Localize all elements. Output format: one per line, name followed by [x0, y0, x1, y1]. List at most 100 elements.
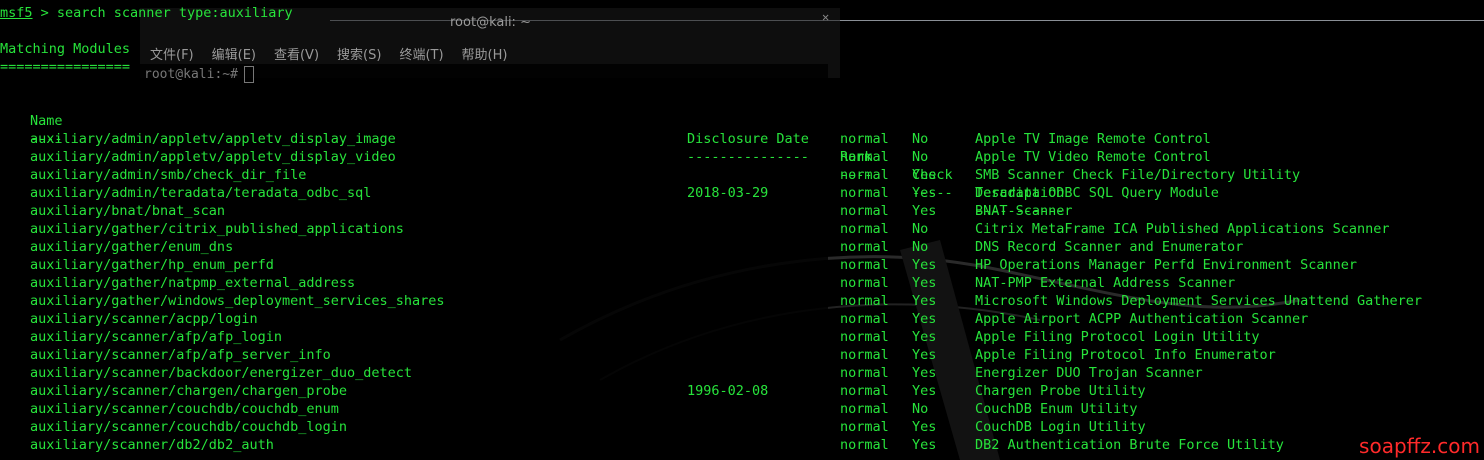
disclosure-date: 2018-03-29 [687, 185, 769, 201]
table-row: auxiliary/scanner/backdoor/energizer_duo… [0, 364, 1484, 382]
module-name: auxiliary/scanner/acpp/login [30, 311, 258, 327]
module-name: auxiliary/scanner/chargen/chargen_probe [30, 383, 347, 399]
description: Microsoft Windows Deployment Services Un… [975, 293, 1423, 309]
module-name: auxiliary/gather/enum_dns [30, 239, 234, 255]
check: Yes [912, 185, 937, 201]
table-header: Name Disclosure Date Rank Check Descript… [0, 94, 1484, 201]
watermark: soapffz.com [1359, 434, 1480, 458]
msf-prompt: msf5 [0, 5, 33, 21]
rank: normal [840, 167, 889, 183]
description: Teradata ODBC SQL Query Module [975, 185, 1219, 201]
table-row: auxiliary/gather/natpmp_external_address… [0, 274, 1484, 292]
description: HP Operations Manager Perfd Environment … [975, 257, 1358, 273]
rank: normal [840, 257, 889, 273]
description: CouchDB Enum Utility [975, 401, 1138, 417]
check: No [912, 401, 929, 417]
table-row: auxiliary/scanner/afp/afp_login normal Yes… [0, 328, 1484, 346]
rank: normal [840, 149, 889, 165]
rank: normal [840, 347, 889, 363]
module-name: auxiliary/admin/teradata/teradata_odbc_s… [30, 185, 372, 201]
table-row: auxiliary/admin/teradata/teradata_odbc_s… [0, 184, 1484, 202]
table-row: auxiliary/admin/smb/check_dir_file normal… [0, 166, 1484, 184]
table-row: auxiliary/scanner/couchdb/couchdb_login n… [0, 418, 1484, 436]
rank: normal [840, 419, 889, 435]
section-rule: ================ [0, 59, 131, 75]
table-row: auxiliary/admin/appletv/appletv_display_… [0, 148, 1484, 166]
disclosure-date: 1996-02-08 [687, 383, 769, 399]
module-name: auxiliary/scanner/couchdb/couchdb_enum [30, 401, 339, 417]
rank: normal [840, 131, 889, 147]
rank: normal [840, 221, 889, 237]
table-row: auxiliary/scanner/couchdb/couchdb_enum no… [0, 400, 1484, 418]
description: NAT-PMP External Address Scanner [975, 275, 1236, 291]
terminal-output[interactable]: msf5 > search scanner type:auxiliary Mat… [0, 0, 1484, 460]
rank: normal [840, 275, 889, 291]
description: Chargen Probe Utility [975, 383, 1146, 399]
check: Yes [912, 203, 937, 219]
check: Yes [912, 293, 937, 309]
description: CouchDB Login Utility [975, 419, 1146, 435]
module-name: auxiliary/scanner/couchdb/couchdb_login [30, 419, 347, 435]
check: No [912, 131, 929, 147]
table-row: auxiliary/scanner/acpp/login normal Yes App… [0, 310, 1484, 328]
rank: normal [840, 239, 889, 255]
module-name: auxiliary/gather/natpmp_external_address [30, 275, 356, 291]
module-name: auxiliary/gather/citrix_published_applic… [30, 221, 404, 237]
module-name: auxiliary/gather/windows_deployment_serv… [30, 293, 445, 309]
rank: normal [840, 293, 889, 309]
check: Yes [912, 437, 937, 453]
check: Yes [912, 257, 937, 273]
table-row: auxiliary/admin/appletv/appletv_display_… [0, 130, 1484, 148]
table-row: auxiliary/gather/enum_dns normal No DNS Rec… [0, 238, 1484, 256]
rank: normal [840, 185, 889, 201]
description: DNS Record Scanner and Enumerator [975, 239, 1244, 255]
check: No [912, 239, 929, 255]
module-name: auxiliary/admin/appletv/appletv_display_… [30, 131, 396, 147]
table-row: auxiliary/gather/windows_deployment_serv… [0, 292, 1484, 310]
description: Apple Airport ACPP Authentication Scanne… [975, 311, 1309, 327]
module-name: auxiliary/scanner/afp/afp_server_info [30, 347, 331, 363]
table-row: auxiliary/gather/citrix_published_applic… [0, 220, 1484, 238]
check: Yes [912, 275, 937, 291]
check: Yes [912, 311, 937, 327]
check: Yes [912, 347, 937, 363]
description: Apple TV Video Remote Control [975, 149, 1211, 165]
rank: normal [840, 383, 889, 399]
check: Yes [912, 365, 937, 381]
table-row: auxiliary/scanner/chargen/chargen_probe 1… [0, 382, 1484, 400]
check: Yes [912, 383, 937, 399]
description: Apple Filing Protocol Info Enumerator [975, 347, 1276, 363]
description: Apple Filing Protocol Login Utility [975, 329, 1260, 345]
rank: normal [840, 311, 889, 327]
description: DB2 Authentication Brute Force Utility [975, 437, 1284, 453]
description: Apple TV Image Remote Control [975, 131, 1211, 147]
table-row: auxiliary/scanner/db2/db2_auth normal Yes D… [0, 436, 1484, 454]
command-line: msf5 > search scanner type:auxiliary [0, 4, 293, 22]
table-row: auxiliary/gather/hp_enum_perfd normal Yes H… [0, 256, 1484, 274]
rank: normal [840, 401, 889, 417]
module-name: auxiliary/admin/smb/check_dir_file [30, 167, 307, 183]
section-title: Matching Modules [0, 41, 131, 57]
check: Yes [912, 329, 937, 345]
module-name: auxiliary/bnat/bnat_scan [30, 203, 226, 219]
prompt-separator: > [32, 5, 57, 21]
rank: normal [840, 203, 889, 219]
table-header-underline: ---- --------------- ---- ----- --------… [0, 112, 1484, 219]
description: BNAT Scanner [975, 203, 1073, 219]
table-row: auxiliary/bnat/bnat_scan normal Yes BNAT Sc… [0, 202, 1484, 220]
description: Energizer DUO Trojan Scanner [975, 365, 1203, 381]
command-text: search scanner type:auxiliary [56, 5, 293, 21]
check: Yes [912, 167, 937, 183]
module-name: auxiliary/scanner/db2/db2_auth [30, 437, 274, 453]
table-row: auxiliary/scanner/afp/afp_server_info nor… [0, 346, 1484, 364]
rank: normal [840, 365, 889, 381]
check: No [912, 221, 929, 237]
rank: normal [840, 329, 889, 345]
description: Citrix MetaFrame ICA Published Applicati… [975, 221, 1390, 237]
check: No [912, 149, 929, 165]
description: SMB Scanner Check File/Directory Utility [975, 167, 1301, 183]
module-name: auxiliary/admin/appletv/appletv_display_… [30, 149, 396, 165]
check: Yes [912, 419, 937, 435]
module-name: auxiliary/scanner/afp/afp_login [30, 329, 282, 345]
module-name: auxiliary/gather/hp_enum_perfd [30, 257, 274, 273]
